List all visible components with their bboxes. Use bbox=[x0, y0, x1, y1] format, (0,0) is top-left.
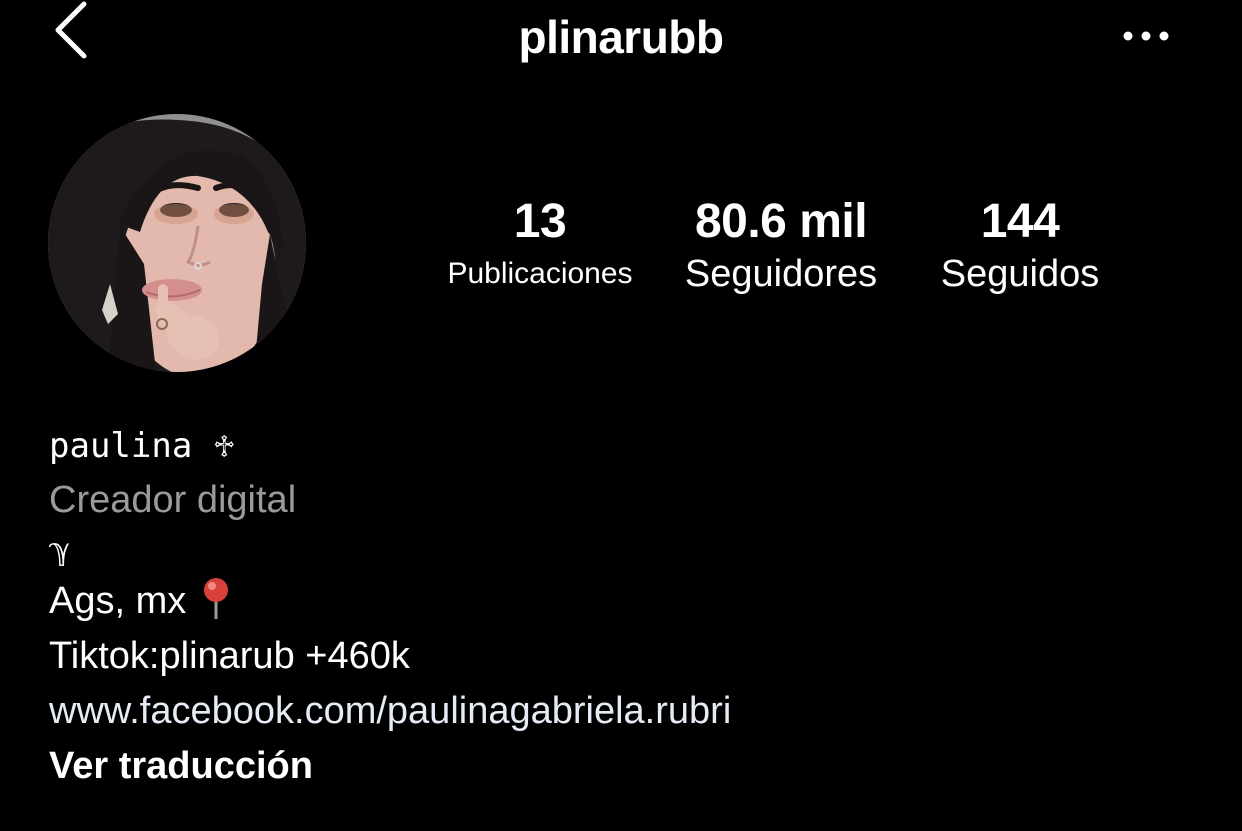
pushpin-icon bbox=[201, 577, 231, 635]
profile-username: plinarubb bbox=[518, 11, 724, 63]
bio-glyph-line: ℽ bbox=[49, 533, 71, 568]
following-count-stat[interactable]: 144 Seguidos bbox=[920, 192, 1120, 296]
bio-website-link[interactable]: www.facebook.com/paulinagabriela.rubri bbox=[49, 684, 1209, 739]
more-horizontal-icon bbox=[1123, 31, 1169, 41]
followers-count: 80.6 mil bbox=[694, 195, 868, 248]
see-translation-button[interactable]: Ver traducción bbox=[49, 739, 1209, 794]
avatar-image bbox=[48, 114, 306, 372]
posts-label: Publicaciones bbox=[447, 257, 633, 290]
top-bar: plinarubb bbox=[0, 0, 1242, 80]
profile-bio: paulina ♱ Creador digital ℽ Ags, mx Tikt… bbox=[49, 422, 1209, 794]
display-name: paulina bbox=[49, 426, 193, 466]
posts-count-stat[interactable]: 13 Publicaciones bbox=[430, 192, 650, 296]
posts-count: 13 bbox=[513, 195, 567, 248]
profile-avatar[interactable] bbox=[48, 114, 306, 372]
more-options-button[interactable] bbox=[1118, 22, 1174, 50]
profile-category: Creador digital bbox=[49, 479, 297, 521]
display-name-row: paulina ♱ bbox=[49, 422, 1209, 472]
followers-count-stat[interactable]: 80.6 mil Seguidores bbox=[668, 192, 894, 296]
cross-symbol: ♱ bbox=[212, 430, 236, 465]
location-text: Ags, mx bbox=[49, 580, 187, 622]
bio-tiktok: Tiktok:plinarub +460k bbox=[49, 635, 410, 677]
followers-label: Seguidores bbox=[684, 253, 878, 295]
bio-location: Ags, mx bbox=[49, 574, 1209, 629]
following-count: 144 bbox=[980, 195, 1060, 248]
following-label: Seguidos bbox=[940, 253, 1100, 295]
